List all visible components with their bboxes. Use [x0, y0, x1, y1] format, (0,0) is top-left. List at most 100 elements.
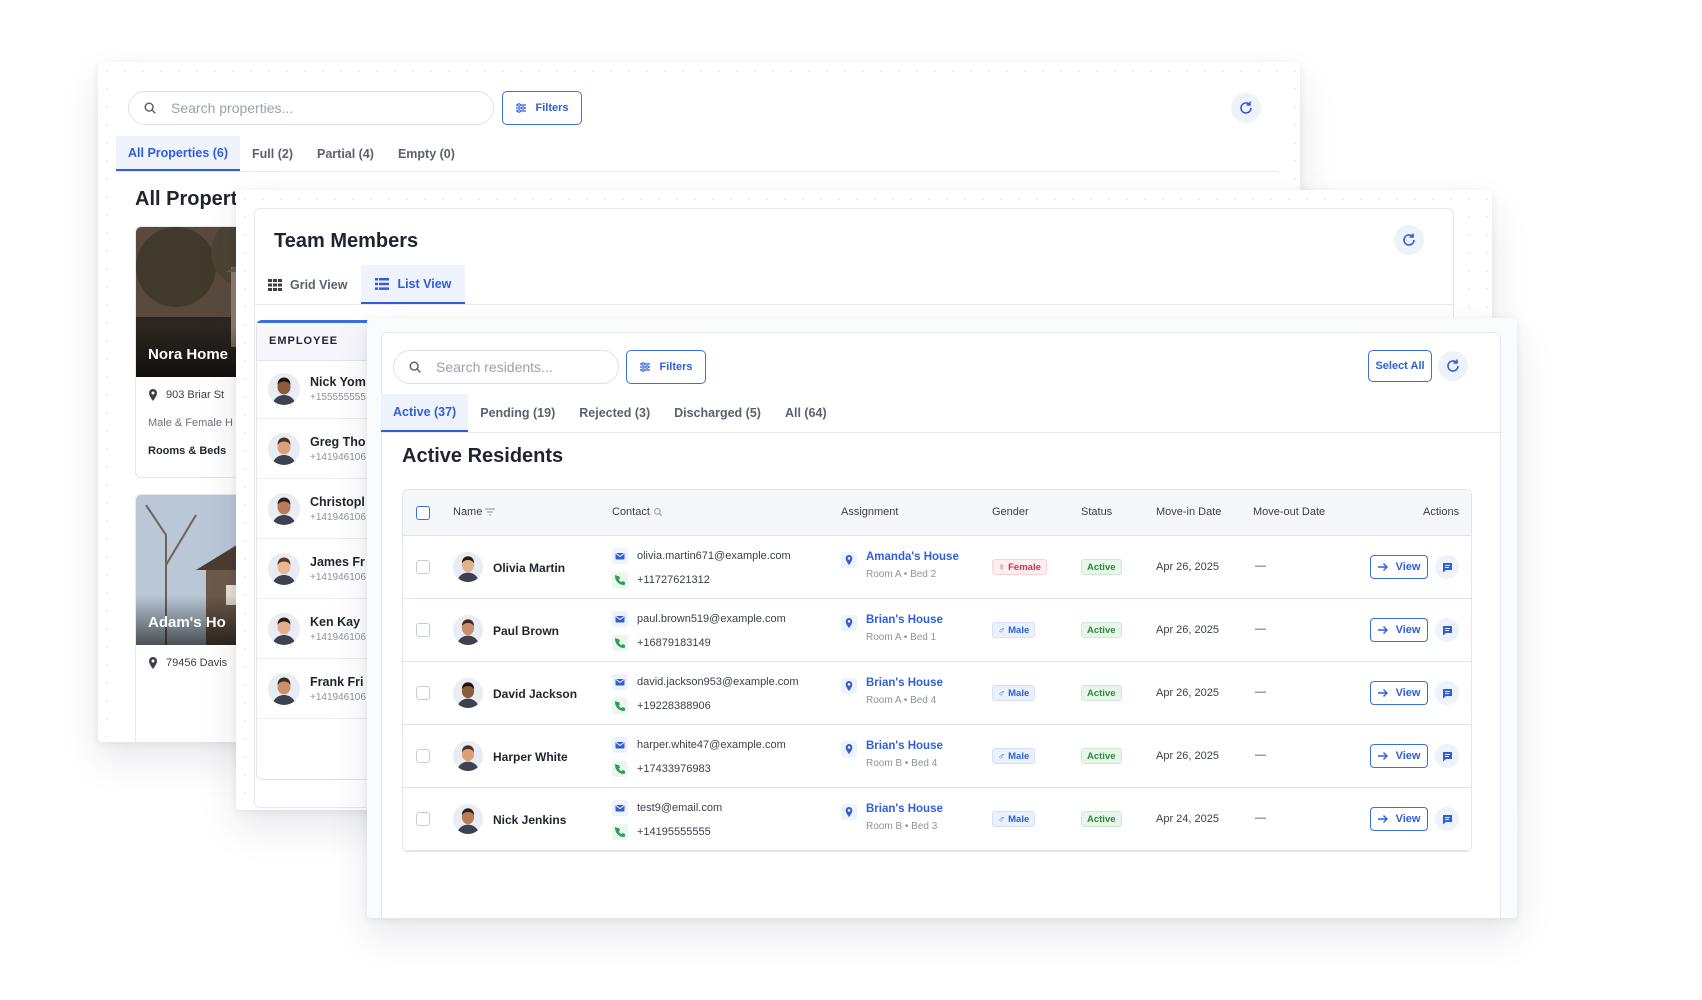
resident-row[interactable]: Paul Brown paul.brown519@example.com +1687… — [403, 599, 1471, 662]
properties-filters-button[interactable]: Filters — [502, 91, 582, 125]
refresh-icon — [1403, 233, 1415, 246]
tab-grid-view[interactable]: Grid View — [254, 265, 361, 304]
tab-rejected[interactable]: Rejected (3) — [567, 394, 662, 432]
employee-name: Frank Fri — [310, 674, 364, 689]
resident-email[interactable]: david.jackson953@example.com — [637, 676, 799, 688]
filters-label: Filters — [659, 361, 693, 373]
col-name[interactable]: Name — [453, 506, 496, 518]
resident-row[interactable]: Olivia Martin olivia.martin671@example.co… — [403, 536, 1471, 599]
residents-panel: Filters Select All Active (37) Pending (… — [367, 318, 1517, 918]
properties-refresh-button[interactable] — [1231, 93, 1261, 123]
avatar — [268, 552, 300, 585]
tab-active[interactable]: Active (37) — [381, 394, 469, 432]
tab-partial[interactable]: Partial (4) — [305, 136, 386, 171]
mail-icon — [615, 616, 625, 623]
col-actions: Actions — [1423, 506, 1460, 518]
move-out-date: — — [1255, 812, 1266, 824]
tab-pending[interactable]: Pending (19) — [468, 394, 567, 432]
phone-icon — [615, 638, 625, 648]
avatar — [453, 804, 483, 834]
view-button[interactable]: View — [1370, 807, 1428, 831]
row-checkbox[interactable] — [416, 623, 430, 637]
list-icon — [375, 277, 390, 290]
col-contact[interactable]: Contact — [612, 506, 663, 518]
move-out-date: — — [1255, 749, 1266, 761]
arrow-right-icon — [1377, 563, 1388, 571]
resident-phone[interactable]: +16879183149 — [637, 637, 711, 649]
view-button[interactable]: View — [1370, 744, 1428, 768]
employee-phone: +141946106 — [310, 511, 366, 523]
assignment-house[interactable]: Amanda's House — [866, 551, 959, 563]
resident-email[interactable]: olivia.martin671@example.com — [637, 550, 791, 562]
resident-email[interactable]: test9@email.com — [637, 802, 722, 814]
resident-email[interactable]: paul.brown519@example.com — [637, 613, 786, 625]
properties-tabs: All Properties (6) Full (2) Partial (4) … — [116, 136, 1278, 172]
tab-all-properties[interactable]: All Properties (6) — [116, 136, 241, 171]
assignment-house[interactable]: Brian's House — [866, 677, 943, 689]
resident-name[interactable]: Olivia Martin — [493, 561, 565, 575]
resident-name[interactable]: David Jackson — [493, 687, 577, 701]
grid-view-label: Grid View — [290, 277, 348, 292]
mail-icon — [615, 742, 625, 749]
col-move-out: Move-out Date — [1253, 506, 1326, 518]
select-all-button[interactable]: Select All — [1368, 350, 1432, 382]
row-checkbox[interactable] — [416, 812, 430, 826]
phone-icon-box — [612, 824, 628, 840]
col-move-in: Move-in Date — [1156, 506, 1222, 518]
row-checkbox[interactable] — [416, 560, 430, 574]
assignment-house[interactable]: Brian's House — [866, 740, 943, 752]
employee-phone: +141946106 — [310, 691, 366, 703]
residents-search[interactable] — [393, 350, 619, 384]
residents-refresh-button[interactable] — [1438, 351, 1468, 381]
resident-phone[interactable]: +17433976983 — [637, 763, 711, 775]
move-in-date: Apr 26, 2025 — [1156, 624, 1219, 636]
email-icon-box — [612, 674, 628, 690]
tab-all[interactable]: All (64) — [773, 394, 839, 432]
message-button[interactable] — [1435, 555, 1459, 579]
assignment-house[interactable]: Brian's House — [866, 614, 943, 626]
message-button[interactable] — [1435, 618, 1459, 642]
resident-row[interactable]: Harper White harper.white47@example.com +1… — [403, 725, 1471, 788]
message-icon — [1442, 625, 1452, 635]
resident-phone[interactable]: +19228388906 — [637, 700, 711, 712]
resident-row[interactable]: Nick Jenkins test9@email.com +14195555555 B… — [403, 788, 1471, 851]
assignment-room: Room A • Bed 4 — [866, 695, 937, 706]
assignment-house[interactable]: Brian's House — [866, 803, 943, 815]
message-button[interactable] — [1435, 681, 1459, 705]
avatar — [268, 432, 300, 465]
tab-empty[interactable]: Empty (0) — [386, 136, 467, 171]
phone-icon-box — [612, 698, 628, 714]
residents-tabs: Active (37) Pending (19) Rejected (3) Di… — [381, 394, 1501, 433]
resident-email[interactable]: harper.white47@example.com — [637, 739, 786, 751]
resident-name[interactable]: Nick Jenkins — [493, 813, 566, 827]
row-checkbox[interactable] — [416, 686, 430, 700]
view-button[interactable]: View — [1370, 618, 1428, 642]
message-button[interactable] — [1435, 744, 1459, 768]
residents-table-header: Name Contact Assignment Gender Status Mo… — [403, 490, 1471, 536]
row-checkbox[interactable] — [416, 749, 430, 763]
move-out-date: — — [1255, 623, 1266, 635]
residents-filters-button[interactable]: Filters — [626, 350, 706, 384]
message-button[interactable] — [1435, 807, 1459, 831]
email-icon-box — [612, 737, 628, 753]
team-refresh-button[interactable] — [1394, 225, 1424, 255]
resident-phone[interactable]: +11727621312 — [637, 574, 710, 586]
properties-search[interactable] — [128, 91, 494, 125]
residents-search-input[interactable] — [436, 359, 606, 375]
tab-list-view[interactable]: List View — [361, 265, 466, 304]
resident-name[interactable]: Paul Brown — [493, 624, 559, 638]
select-all-checkbox[interactable] — [416, 506, 430, 520]
resident-name[interactable]: Harper White — [493, 750, 568, 764]
view-button[interactable]: View — [1370, 555, 1428, 579]
properties-search-input[interactable] — [171, 100, 431, 116]
tab-discharged[interactable]: Discharged (5) — [662, 394, 773, 432]
location-pin-icon — [845, 681, 853, 691]
col-status: Status — [1081, 506, 1113, 518]
tab-full[interactable]: Full (2) — [240, 136, 305, 171]
resident-phone[interactable]: +14195555555 — [637, 826, 711, 838]
property-gender: Male & Female H — [148, 417, 233, 429]
arrow-right-icon — [1377, 815, 1388, 823]
view-button[interactable]: View — [1370, 681, 1428, 705]
message-icon — [1442, 814, 1452, 824]
resident-row[interactable]: David Jackson david.jackson953@example.co… — [403, 662, 1471, 725]
